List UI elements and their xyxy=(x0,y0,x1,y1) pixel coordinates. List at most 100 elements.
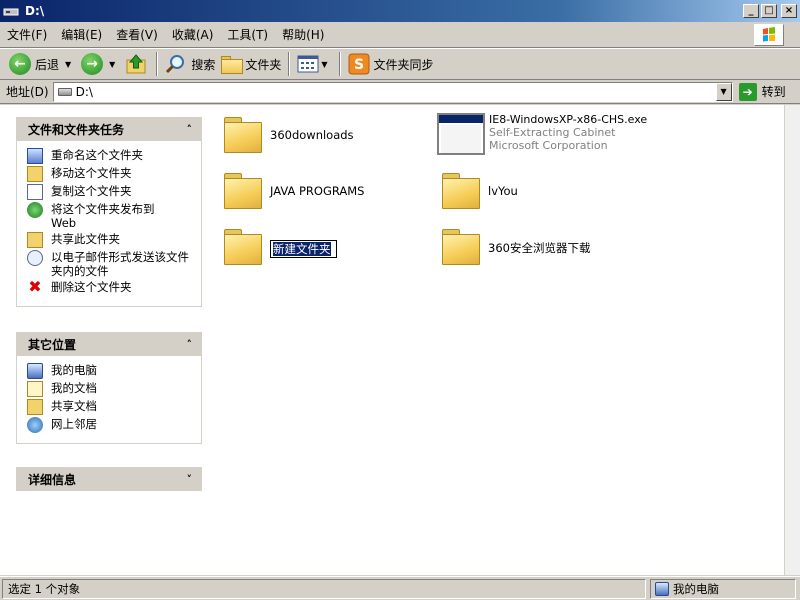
menu-tools[interactable]: 工具(T) xyxy=(220,25,275,45)
go-label: 转到 xyxy=(761,85,786,99)
other-places-body: 我的电脑 我的文档 共享文档 网上邻居 xyxy=(16,356,202,444)
up-button[interactable] xyxy=(122,50,152,78)
collapse-icon[interactable]: ˄ xyxy=(187,123,193,136)
folder-sync-label: 文件夹同步 xyxy=(373,57,434,72)
status-text: 选定 1 个对象 xyxy=(2,578,646,599)
folder-sync-icon: S xyxy=(348,53,370,75)
menu-favorites[interactable]: 收藏(A) xyxy=(165,25,221,45)
network-places-icon xyxy=(27,417,43,433)
place-label: 共享文档 xyxy=(51,399,97,413)
folder-item[interactable]: JAVA PROGRAMS xyxy=(222,171,364,209)
file-name: IE8-WindowsXP-x86-CHS.exe xyxy=(489,113,648,126)
folder-item[interactable]: lvYou xyxy=(440,171,518,209)
task-label: 移动这个文件夹 xyxy=(51,166,132,180)
folder-name: 360安全浏览器下载 xyxy=(488,241,591,255)
window-title: D:\ xyxy=(25,4,45,18)
back-button[interactable]: ← 后退 ▼ xyxy=(6,50,78,78)
address-bar: 地址(D) D:\ ▼ ➔ 转到 xyxy=(0,80,800,104)
views-button[interactable]: ▼ xyxy=(294,50,334,78)
go-button[interactable]: ➔ 转到 xyxy=(738,82,786,101)
collapse-icon[interactable]: ˄ xyxy=(187,338,193,351)
drive-icon xyxy=(3,4,19,18)
expand-icon[interactable]: ˅ xyxy=(187,473,193,486)
other-places-header[interactable]: 其它位置 ˄ xyxy=(16,332,202,356)
task-label: 重命名这个文件夹 xyxy=(51,148,143,162)
menu-view[interactable]: 查看(V) xyxy=(109,25,165,45)
vertical-scrollbar[interactable] xyxy=(784,105,800,575)
place-network[interactable]: 网上邻居 xyxy=(27,417,193,433)
folder-up-icon xyxy=(126,54,146,74)
task-copy-folder[interactable]: 复制这个文件夹 xyxy=(27,184,193,200)
folder-icon xyxy=(222,229,262,265)
task-delete-folder[interactable]: ✖ 删除这个文件夹 xyxy=(27,277,193,296)
task-email-folder[interactable]: 以电子邮件形式发送该文件夹内的文件 xyxy=(27,250,193,278)
address-value: D:\ xyxy=(75,84,93,99)
menu-file[interactable]: 文件(F) xyxy=(0,25,54,45)
back-dropdown-icon[interactable]: ▼ xyxy=(65,60,71,69)
forward-dropdown-icon[interactable]: ▼ xyxy=(109,60,115,69)
details-header[interactable]: 详细信息 ˅ xyxy=(16,467,202,491)
minimize-button[interactable]: _ xyxy=(743,4,759,18)
menu-edit[interactable]: 编辑(E) xyxy=(54,25,109,45)
file-tasks-panel: 文件和文件夹任务 ˄ 重命名这个文件夹 移动这个文件夹 复制这个文件夹 将这个文… xyxy=(16,117,202,307)
folder-icon xyxy=(222,173,262,209)
task-publish-folder[interactable]: 将这个文件夹发布到 Web xyxy=(27,202,193,230)
address-input[interactable]: D:\ ▼ xyxy=(52,81,733,102)
task-move-folder[interactable]: 移动这个文件夹 xyxy=(27,166,193,182)
rename-input-text: 新建文件夹 xyxy=(273,242,331,256)
back-label: 后退 xyxy=(35,57,60,72)
views-icon xyxy=(297,55,319,73)
copy-icon xyxy=(27,184,43,200)
move-icon xyxy=(27,166,43,182)
toolbar-separator xyxy=(288,52,291,76)
details-panel: 详细信息 ˅ xyxy=(16,467,202,491)
share-icon xyxy=(27,232,43,248)
title-bar: D:\ _ □ × xyxy=(0,0,800,22)
folder-item[interactable]: 360downloads xyxy=(222,115,354,153)
place-my-documents[interactable]: 我的文档 xyxy=(27,381,193,397)
my-documents-icon xyxy=(27,381,43,397)
maximize-button[interactable]: □ xyxy=(761,4,777,18)
file-item[interactable]: IE8-WindowsXP-x86-CHS.exe Self-Extractin… xyxy=(437,113,647,155)
views-dropdown-icon[interactable]: ▼ xyxy=(321,60,327,69)
application-icon xyxy=(437,113,485,155)
search-icon xyxy=(166,55,185,74)
task-share-folder[interactable]: 共享此文件夹 xyxy=(27,232,193,248)
address-dropdown-icon[interactable]: ▼ xyxy=(715,82,732,101)
svg-text:S: S xyxy=(353,57,363,73)
task-label: 共享此文件夹 xyxy=(51,232,120,246)
folder-name: lvYou xyxy=(488,184,518,198)
place-shared-documents[interactable]: 共享文档 xyxy=(27,399,193,415)
task-label: 删除这个文件夹 xyxy=(51,280,132,294)
task-rename-folder[interactable]: 重命名这个文件夹 xyxy=(27,148,193,164)
task-label: 以电子邮件形式发送该文件夹内的文件 xyxy=(51,250,189,278)
folder-icon xyxy=(440,229,480,265)
file-tasks-title: 文件和文件夹任务 xyxy=(28,122,125,137)
close-button[interactable]: × xyxy=(781,4,797,18)
folder-sync-button[interactable]: S 文件夹同步 xyxy=(345,50,437,78)
folders-button[interactable]: 文件夹 xyxy=(218,50,284,78)
status-bar: 选定 1 个对象 我的电脑 xyxy=(0,576,800,600)
folder-icon xyxy=(222,117,262,153)
my-computer-icon xyxy=(27,363,43,379)
toolbar-separator xyxy=(156,52,159,76)
shared-documents-icon xyxy=(27,399,43,415)
delete-icon: ✖ xyxy=(28,277,42,296)
folder-item[interactable]: 360安全浏览器下载 xyxy=(440,227,591,265)
file-description: Self-Extracting Cabinet xyxy=(489,126,616,139)
folder-item-renaming[interactable]: 新建文件夹 xyxy=(222,227,338,265)
folders-label: 文件夹 xyxy=(245,57,282,72)
status-location-label: 我的电脑 xyxy=(673,581,719,596)
back-arrow-icon: ← xyxy=(9,53,31,75)
place-my-computer[interactable]: 我的电脑 xyxy=(27,363,193,379)
file-tasks-header[interactable]: 文件和文件夹任务 ˄ xyxy=(16,117,202,141)
forward-button[interactable]: → ▼ xyxy=(78,50,122,78)
place-label: 网上邻居 xyxy=(51,417,97,431)
menu-help[interactable]: 帮助(H) xyxy=(275,25,331,45)
search-button[interactable]: 搜索 xyxy=(162,50,218,78)
publish-icon xyxy=(27,202,43,218)
toolbar: ← 后退 ▼ → ▼ 搜索 文件夹 ▼ S 文件夹同步 xyxy=(0,48,800,80)
rename-icon xyxy=(27,148,43,164)
rename-input[interactable]: 新建文件夹 xyxy=(270,240,338,258)
windows-logo-icon xyxy=(754,24,784,46)
